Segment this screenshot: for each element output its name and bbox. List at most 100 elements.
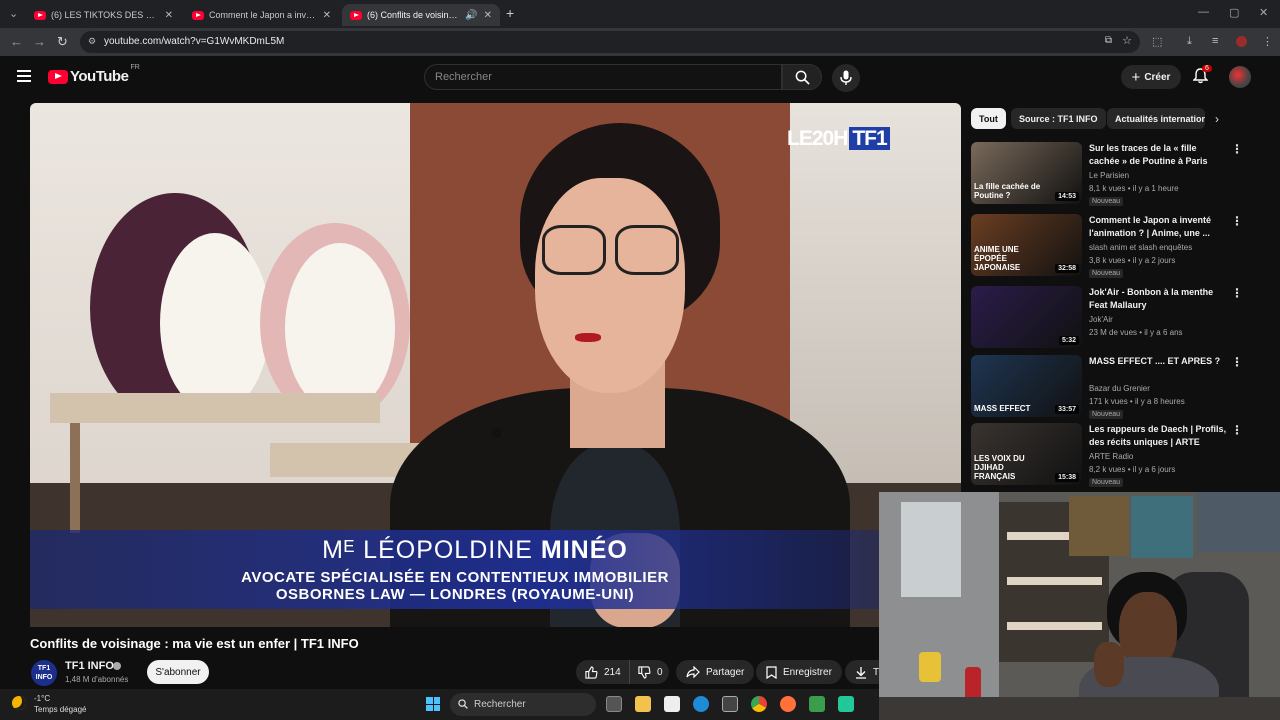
notepad-icon[interactable]: [664, 696, 680, 712]
bookmark-icon: [766, 665, 777, 679]
video-thumbnail[interactable]: LES VOIX DU DJIHAD FRANÇAIS 15:38: [971, 423, 1082, 485]
thumbs-down-icon: [638, 665, 651, 679]
video-thumbnail[interactable]: La fille cachée de Poutine ? 14:53: [971, 142, 1082, 204]
lower-third-caption: Mᴱ LÉOPOLDINE MINÉO AVOCATE SPÉCIALISÉE …: [30, 530, 880, 609]
notifications-button[interactable]: 6: [1192, 65, 1212, 89]
voice-search-button[interactable]: [832, 64, 860, 92]
logo-text: YouTube: [70, 68, 129, 85]
profile-avatar[interactable]: [1236, 36, 1247, 47]
more-options-icon[interactable]: ⋮: [1231, 142, 1243, 156]
dislike-button[interactable]: 0: [631, 660, 669, 684]
recommendation-item[interactable]: 5:32 Jok'Air - Bonbon à la menthe Feat Ma…: [971, 286, 1251, 352]
chip-all[interactable]: Tout: [971, 108, 1006, 129]
weather-status[interactable]: Temps dégagé: [34, 705, 86, 714]
video-thumbnail[interactable]: 5:32: [971, 286, 1082, 348]
hamburger-menu-icon[interactable]: [17, 70, 31, 82]
search-input[interactable]: [425, 65, 781, 89]
tab-tiktoks[interactable]: (6) LES TIKTOKS DES POLITIQUES ✕: [26, 4, 181, 26]
tab-close-icon[interactable]: ✕: [484, 10, 492, 21]
recommendation-title[interactable]: Les rappeurs de Daech | Profils, des réc…: [1089, 423, 1229, 450]
recommendation-channel[interactable]: slash anim et slash enquêtes: [1089, 243, 1192, 252]
maximize-icon[interactable]: ▢: [1229, 6, 1239, 19]
recommendation-channel[interactable]: ARTE Radio: [1089, 452, 1133, 461]
tab-close-icon[interactable]: ✕: [165, 10, 173, 21]
search-box[interactable]: [424, 64, 782, 90]
tab-conflits[interactable]: (6) Conflits de voisinage : ma vie est u…: [342, 4, 500, 26]
recommendation-channel[interactable]: Bazar du Grenier: [1089, 384, 1150, 393]
download-button[interactable]: Té: [845, 660, 879, 684]
video-player[interactable]: LE20H TF1 Mᴱ LÉOPOLDINE MINÉO AVOCATE SPÉ…: [30, 103, 961, 627]
subscribe-button[interactable]: S'abonner: [147, 660, 209, 684]
channel-avatar[interactable]: TF1 INFO: [31, 660, 57, 686]
file-explorer-icon[interactable]: [635, 696, 651, 712]
more-options-icon[interactable]: ⋮: [1231, 355, 1243, 369]
more-options-icon[interactable]: ⋮: [1231, 423, 1243, 437]
edge-icon[interactable]: [693, 696, 709, 712]
tab-japon[interactable]: Comment le Japon a inventé l'animation ✕: [184, 4, 339, 26]
bookmark-star-icon[interactable]: ☆: [1122, 34, 1132, 47]
app-icon-2[interactable]: [838, 696, 854, 712]
address-bar[interactable]: ⚙ youtube.com/watch?v=G1WvMKDmL5M ⧉ ☆: [80, 31, 1140, 53]
recommendation-title[interactable]: Jok'Air - Bonbon à la menthe Feat Mallau…: [1089, 286, 1229, 312]
close-window-icon[interactable]: ✕: [1259, 6, 1268, 19]
tab-close-icon[interactable]: ✕: [323, 10, 331, 21]
save-button[interactable]: Enregistrer: [756, 660, 842, 684]
reload-icon[interactable]: ↻: [57, 34, 68, 50]
account-avatar[interactable]: [1229, 66, 1251, 88]
recommendation-channel[interactable]: Jok'Air: [1089, 315, 1113, 324]
subscribe-label: S'abonner: [155, 666, 201, 678]
taskbar-search[interactable]: Rechercher: [450, 693, 596, 716]
forward-icon[interactable]: →: [33, 34, 46, 49]
more-options-icon[interactable]: ⋮: [1231, 214, 1243, 228]
recommendation-meta: 3,8 k vues • il y a 2 jours: [1089, 256, 1176, 265]
browser-menu-icon[interactable]: ⋮: [1262, 35, 1273, 48]
back-icon[interactable]: ←: [10, 34, 23, 49]
install-app-icon[interactable]: ⧉: [1105, 35, 1112, 46]
poster-zelda: [1131, 496, 1193, 558]
thumbs-up-icon: [585, 665, 598, 679]
app-icon[interactable]: [809, 696, 825, 712]
like-button[interactable]: 214: [576, 660, 630, 684]
duration-badge: 33:57: [1055, 405, 1079, 414]
recommendation-title[interactable]: MASS EFFECT .... ET APRES ?: [1089, 355, 1229, 368]
recommendation-channel[interactable]: Le Parisien: [1089, 171, 1129, 180]
search-button[interactable]: [782, 64, 822, 90]
new-badge: Nouveau: [1089, 478, 1124, 487]
recommendation-item[interactable]: La fille cachée de Poutine ? 14:53 Sur les…: [971, 142, 1251, 208]
minimize-icon[interactable]: —: [1198, 6, 1209, 18]
chrome-icon[interactable]: [751, 696, 767, 712]
recommendation-title[interactable]: Comment le Japon a inventé l'animation ?…: [1089, 214, 1229, 240]
new-tab-button[interactable]: +: [506, 5, 514, 21]
task-view-icon[interactable]: [606, 696, 622, 712]
channel-name: Jok'Air: [1089, 315, 1113, 324]
media-control-icon[interactable]: ≡: [1212, 35, 1218, 47]
chevron-right-icon[interactable]: ›: [1215, 112, 1219, 126]
download-icon[interactable]: ⤓: [1187, 35, 1192, 48]
store-icon[interactable]: [722, 696, 738, 712]
windows-start-icon[interactable]: [426, 697, 440, 711]
recommendation-title[interactable]: Sur les traces de la « fille cachée » de…: [1089, 142, 1229, 168]
thumbnail-text: La fille cachée de Poutine ?: [974, 182, 1041, 200]
tab-search-icon[interactable]: ⌄: [9, 7, 18, 20]
temperature[interactable]: -1°C: [34, 694, 50, 703]
channel-name[interactable]: TF1 INFO: [65, 660, 114, 672]
video-thumbnail[interactable]: MASS EFFECT 33:57: [971, 355, 1082, 417]
chip-international[interactable]: Actualités internationales: [1107, 108, 1205, 129]
recommendation-item[interactable]: MASS EFFECT 33:57 MASS EFFECT .... ET APRE…: [971, 355, 1251, 421]
recommendation-item[interactable]: ANIME UNE ÉPOPÉE JAPONAISE 32:58 Comment l…: [971, 214, 1251, 280]
share-button[interactable]: Partager: [676, 660, 755, 684]
extensions-icon[interactable]: ⬚: [1152, 35, 1162, 48]
chip-source[interactable]: Source : TF1 INFO: [1011, 108, 1106, 129]
video-thumbnail[interactable]: ANIME UNE ÉPOPÉE JAPONAISE 32:58: [971, 214, 1082, 276]
recommendation-item[interactable]: LES VOIX DU DJIHAD FRANÇAIS 15:38 Les rapp…: [971, 423, 1251, 489]
firefox-icon[interactable]: [780, 696, 796, 712]
moon-icon[interactable]: [12, 696, 26, 710]
youtube-logo[interactable]: YouTube FR: [48, 64, 140, 85]
audio-icon[interactable]: 🔊: [465, 10, 477, 21]
name-bold: MINÉO: [540, 536, 628, 564]
share-label: Partager: [706, 666, 745, 678]
more-options-icon[interactable]: ⋮: [1231, 286, 1243, 300]
site-info-icon[interactable]: ⚙: [88, 36, 96, 47]
poster-1: [1069, 496, 1129, 556]
create-button[interactable]: + Créer: [1121, 65, 1181, 89]
